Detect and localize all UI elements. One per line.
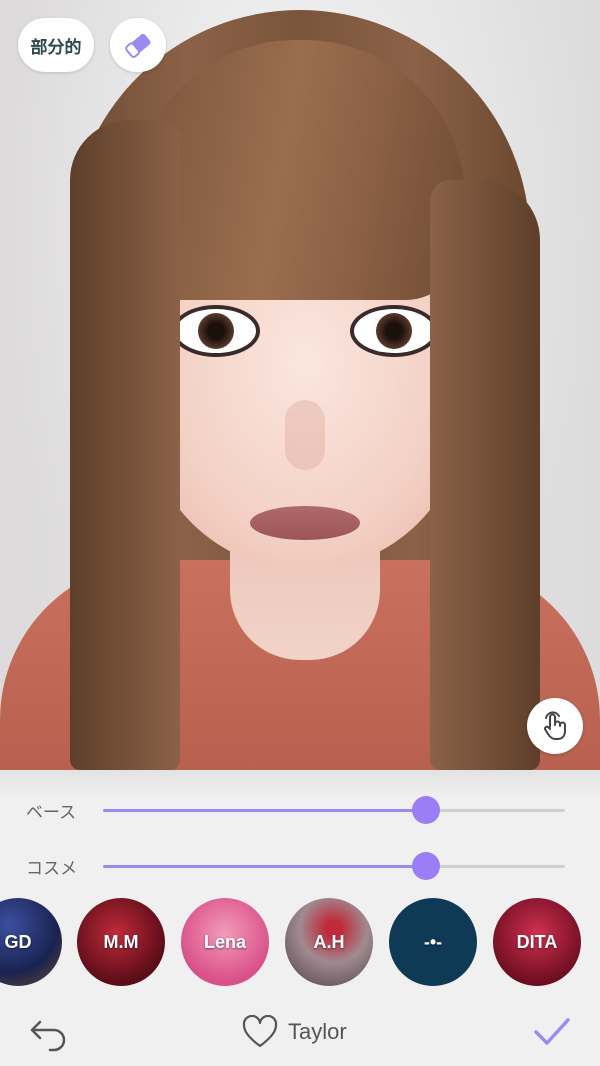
style-swatch[interactable]: A.H (285, 898, 373, 986)
style-swatch-label: Lena (203, 931, 246, 952)
style-swatch[interactable]: DITA (493, 898, 581, 986)
base-slider-fill (103, 809, 427, 812)
eraser-icon (125, 33, 151, 58)
partial-mode-button[interactable]: 部分的 (18, 18, 94, 72)
style-swatch[interactable]: GD (0, 898, 62, 986)
hair-left (70, 120, 180, 770)
bottom-bar: Taylor (0, 1000, 600, 1066)
style-swatch[interactable]: M.M (77, 898, 165, 986)
undo-button[interactable] (28, 1012, 70, 1052)
touch-hand-icon (544, 711, 566, 740)
favorite-style[interactable]: Taylor (242, 1012, 402, 1052)
style-swatch-label: M.M (103, 931, 139, 952)
selfie-photo (0, 0, 600, 770)
confirm-button[interactable] (532, 1014, 572, 1050)
cosme-slider-row: コスメ (0, 846, 600, 886)
cosme-slider-fill (103, 865, 427, 868)
base-slider-track[interactable] (103, 796, 565, 824)
makeup-style-carousel[interactable]: GD M.M Lena A.H -•- DITA (0, 898, 600, 990)
style-swatch[interactable]: Lena (181, 898, 269, 986)
style-swatch-selected[interactable]: -•- (389, 898, 477, 986)
hair-right (430, 180, 540, 770)
base-slider-thumb[interactable] (412, 796, 441, 824)
nose (285, 400, 325, 470)
partial-mode-label: 部分的 (30, 37, 82, 57)
base-slider-label: ベース (26, 803, 77, 822)
eraser-button[interactable] (110, 18, 166, 72)
cosme-slider-label: コスメ (26, 859, 77, 878)
mouth (250, 506, 360, 540)
undo-arrow-icon (30, 1020, 66, 1052)
style-swatch-label: GD (4, 931, 32, 952)
left-eye (172, 305, 260, 357)
style-swatch-label: -•- (423, 931, 443, 952)
heart-icon (242, 1015, 278, 1048)
cosme-slider-track[interactable] (103, 852, 565, 880)
check-icon (534, 1018, 570, 1045)
right-eye (350, 305, 438, 357)
style-swatch-label: A.H (313, 931, 345, 952)
base-slider-row: ベース (0, 790, 600, 830)
style-swatch-label: DITA (516, 931, 558, 952)
touch-compare-button[interactable] (527, 698, 583, 754)
cosme-slider-thumb[interactable] (412, 852, 441, 880)
style-name: Taylor (288, 1019, 347, 1044)
